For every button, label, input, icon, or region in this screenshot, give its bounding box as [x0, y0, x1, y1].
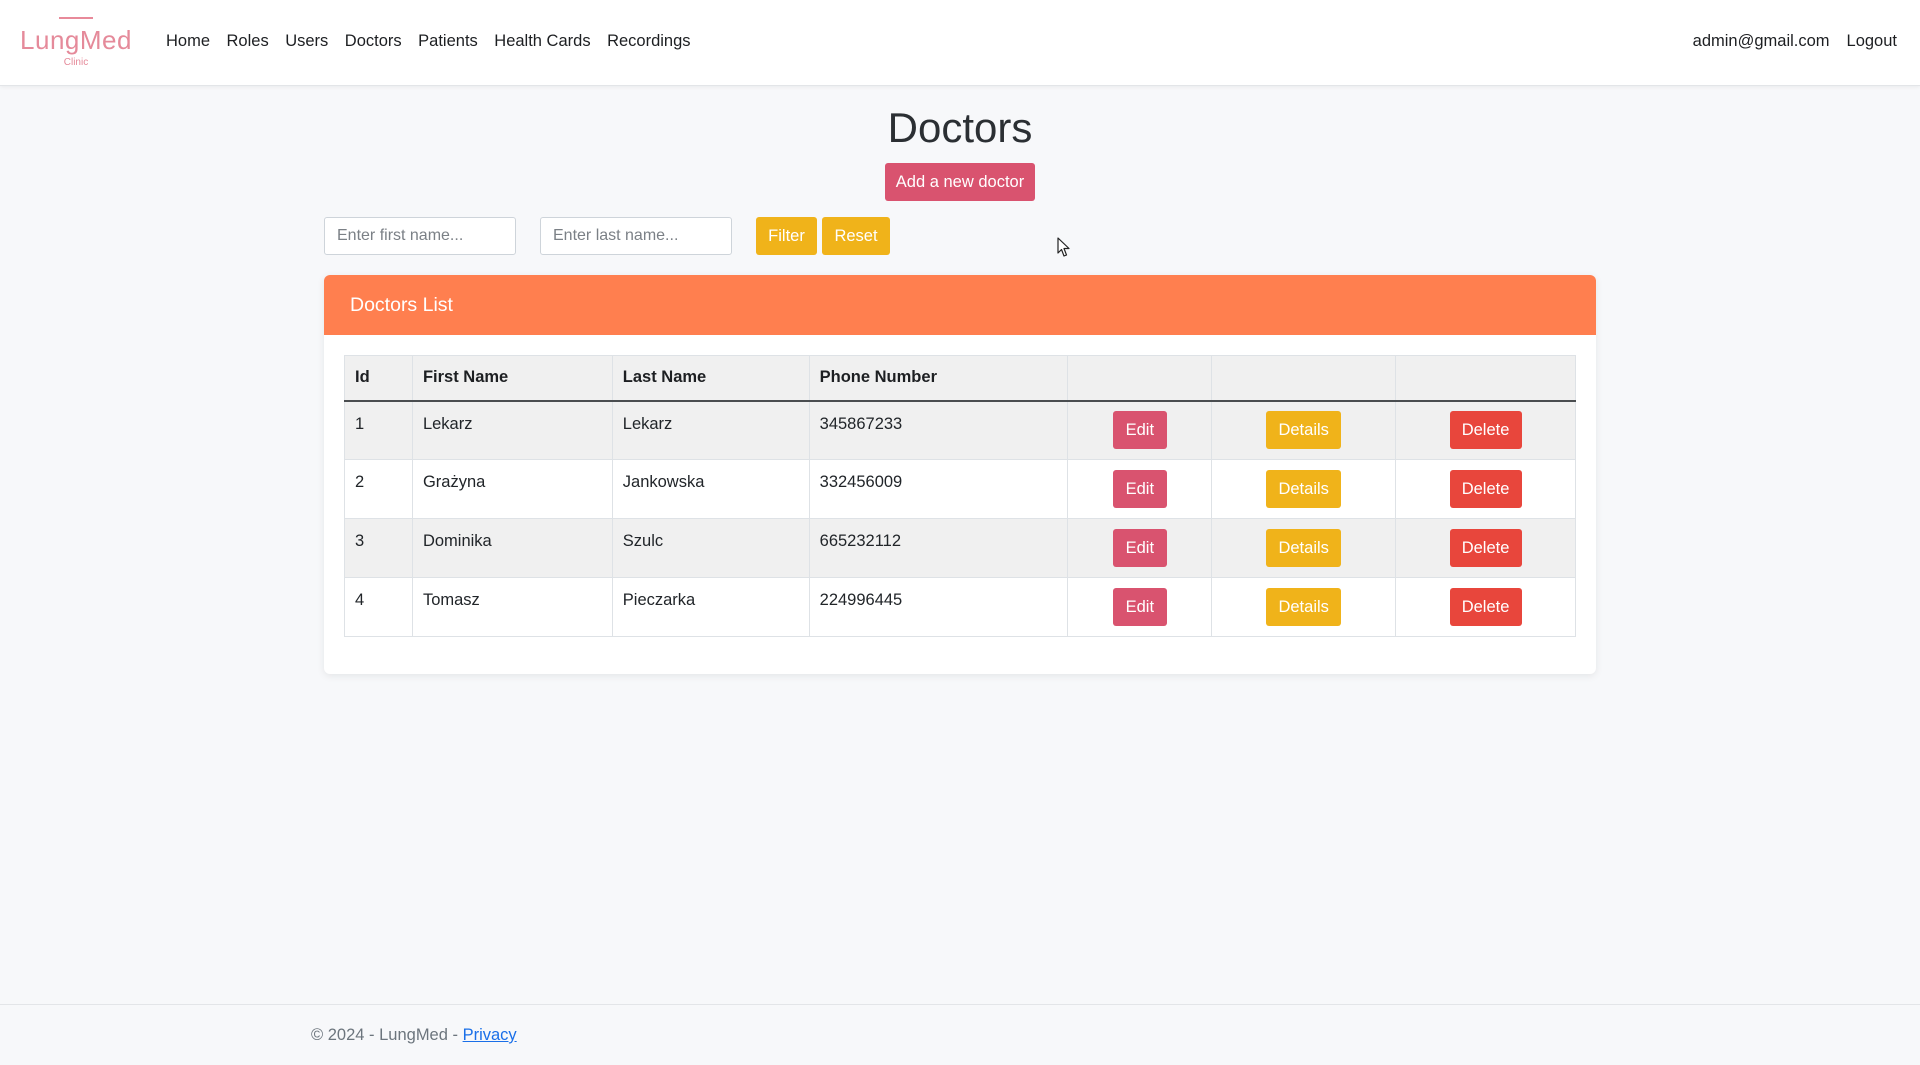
column-header-phone-number: Phone Number: [808, 355, 1069, 402]
details-button[interactable]: Details: [1266, 529, 1342, 567]
cell-phone-number: 332456009: [808, 459, 1069, 519]
delete-button[interactable]: Delete: [1449, 588, 1522, 626]
nav-link-doctors[interactable]: Doctors: [345, 32, 402, 51]
doctors-table: Id First Name Last Name Phone Number 1 L…: [344, 355, 1576, 637]
first-name-input[interactable]: [324, 217, 516, 255]
nav-link-home[interactable]: Home: [166, 32, 210, 51]
table-header-row: Id First Name Last Name Phone Number: [344, 355, 1576, 402]
cell-edit: Edit: [1067, 577, 1213, 637]
privacy-link[interactable]: Privacy: [463, 1026, 517, 1044]
nav-link-recordings[interactable]: Recordings: [607, 32, 690, 51]
footer-text: © 2024 - LungMed - Privacy: [311, 1026, 517, 1045]
cell-first-name: Lekarz: [411, 400, 613, 460]
table-row: 1 Lekarz Lekarz 345867233 Edit Details D…: [344, 400, 1576, 460]
user-email-link[interactable]: admin@gmail.com: [1693, 32, 1830, 51]
cell-phone-number: 665232112: [808, 518, 1069, 578]
cell-id: 2: [344, 459, 413, 519]
delete-button[interactable]: Delete: [1449, 529, 1522, 567]
cell-first-name: Dominika: [411, 518, 613, 578]
details-button[interactable]: Details: [1266, 411, 1342, 450]
table-row: 4 Tomasz Pieczarka 224996445 Edit Detail…: [344, 577, 1576, 637]
cell-id: 4: [344, 577, 413, 637]
cell-details: Details: [1211, 518, 1397, 578]
cell-details: Details: [1211, 577, 1397, 637]
logout-link[interactable]: Logout: [1847, 32, 1897, 51]
cell-id: 1: [344, 400, 413, 460]
brand-accent-bar: [59, 17, 93, 19]
edit-button[interactable]: Edit: [1112, 529, 1167, 567]
add-doctor-button[interactable]: Add a new doctor: [885, 163, 1035, 201]
details-button[interactable]: Details: [1266, 588, 1342, 626]
nav-link-roles[interactable]: Roles: [227, 32, 269, 51]
cell-phone-number: 345867233: [808, 400, 1069, 460]
table-row: 2 Grażyna Jankowska 332456009 Edit Detai…: [344, 459, 1576, 519]
table-row: 3 Dominika Szulc 665232112 Edit Details …: [344, 518, 1576, 578]
cell-edit: Edit: [1067, 459, 1213, 519]
edit-button[interactable]: Edit: [1112, 411, 1167, 450]
cell-last-name: Szulc: [611, 518, 810, 578]
filter-button[interactable]: Filter: [756, 217, 817, 255]
cell-id: 3: [344, 518, 413, 578]
page-title: Doctors: [887, 104, 1033, 151]
column-header-delete: [1395, 355, 1576, 402]
nav-user-area: admin@gmail.com Logout: [1676, 32, 1897, 51]
column-header-first-name: First Name: [411, 355, 613, 402]
delete-button[interactable]: Delete: [1449, 411, 1522, 450]
cell-delete: Delete: [1395, 577, 1576, 637]
last-name-input[interactable]: [540, 217, 732, 255]
doctors-list-card: Doctors List Id First Name Last Name Pho…: [324, 275, 1596, 674]
footer-copyright: © 2024 - LungMed -: [311, 1026, 463, 1044]
cell-last-name: Jankowska: [611, 459, 810, 519]
cell-delete: Delete: [1395, 400, 1576, 460]
nav-link-health-cards[interactable]: Health Cards: [494, 32, 590, 51]
cell-delete: Delete: [1395, 459, 1576, 519]
nav-link-users[interactable]: Users: [285, 32, 328, 51]
brand-subtitle: Clinic: [63, 57, 89, 68]
cell-first-name: Grażyna: [411, 459, 613, 519]
brand-logo[interactable]: LungMed Clinic: [19, 16, 133, 70]
cell-edit: Edit: [1067, 400, 1213, 460]
card-header: Doctors List: [324, 275, 1596, 335]
cell-first-name: Tomasz: [411, 577, 613, 637]
cell-details: Details: [1211, 459, 1397, 519]
cell-phone-number: 224996445: [808, 577, 1069, 637]
column-header-id: Id: [344, 355, 413, 402]
edit-button[interactable]: Edit: [1112, 470, 1167, 508]
cell-edit: Edit: [1067, 518, 1213, 578]
delete-button[interactable]: Delete: [1449, 470, 1522, 508]
cell-details: Details: [1211, 400, 1397, 460]
edit-button[interactable]: Edit: [1112, 588, 1167, 626]
brand-name: LungMed: [20, 25, 132, 55]
footer: © 2024 - LungMed - Privacy: [0, 1004, 1920, 1065]
cell-last-name: Lekarz: [611, 400, 810, 460]
nav-links: Home Roles Users Doctors Patients Health…: [166, 32, 707, 51]
column-header-last-name: Last Name: [611, 355, 810, 402]
mouse-cursor-icon: [1057, 237, 1070, 257]
navbar: LungMed Clinic Home Roles Users Doctors …: [0, 0, 1920, 86]
details-button[interactable]: Details: [1266, 470, 1342, 508]
cell-last-name: Pieczarka: [611, 577, 810, 637]
nav-link-patients[interactable]: Patients: [418, 32, 478, 51]
column-header-details: [1211, 355, 1397, 402]
card-title: Doctors List: [350, 294, 453, 316]
reset-button[interactable]: Reset: [822, 217, 890, 255]
cell-delete: Delete: [1395, 518, 1576, 578]
column-header-edit: [1067, 355, 1213, 402]
